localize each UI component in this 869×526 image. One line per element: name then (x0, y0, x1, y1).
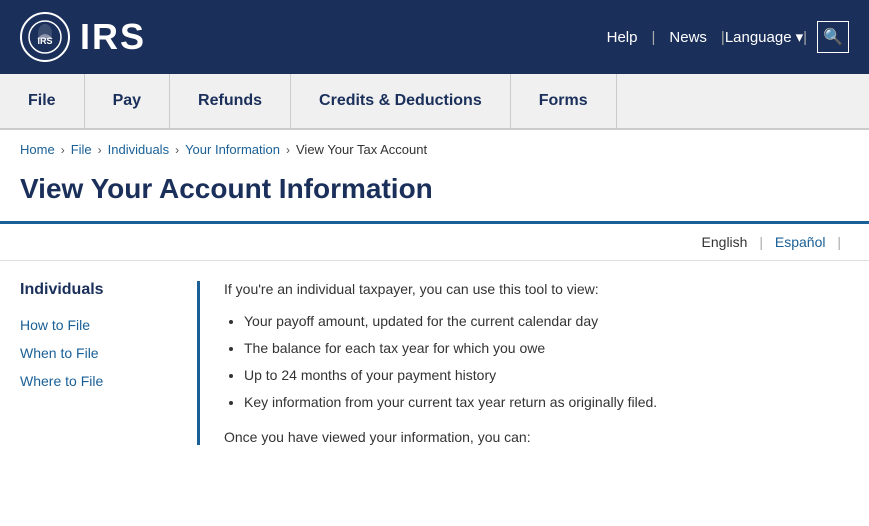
irs-logo-text: IRS (80, 16, 146, 58)
search-button[interactable]: 🔍 (817, 21, 849, 53)
espanol-link[interactable]: Español (775, 234, 826, 250)
sidebar-links: How to File When to File Where to File (20, 311, 197, 395)
list-item: Up to 24 months of your payment history (244, 365, 829, 386)
breadcrumb-sep-1: › (61, 143, 65, 157)
nav-file[interactable]: File (0, 74, 85, 128)
list-item: How to File (20, 311, 197, 339)
sidebar-when-to-file[interactable]: When to File (20, 345, 99, 361)
content-area: If you're an individual taxpayer, you ca… (200, 281, 849, 445)
irs-eagle-icon: IRS (20, 12, 70, 62)
list-item: Where to File (20, 367, 197, 395)
nav-credits-deductions[interactable]: Credits & Deductions (291, 74, 511, 128)
sidebar-where-to-file[interactable]: Where to File (20, 373, 103, 389)
nav-divider-3: | (803, 29, 807, 46)
breadcrumb: Home › File › Individuals › Your Informa… (0, 130, 869, 169)
nav-pay[interactable]: Pay (85, 74, 170, 128)
content-once-text: Once you have viewed your information, y… (224, 429, 829, 445)
breadcrumb-file[interactable]: File (71, 142, 92, 157)
nav-forms[interactable]: Forms (511, 74, 617, 128)
breadcrumb-home[interactable]: Home (20, 142, 55, 157)
lang-area-divider2: | (837, 234, 841, 250)
sidebar-how-to-file[interactable]: How to File (20, 317, 90, 333)
breadcrumb-your-information[interactable]: Your Information (185, 142, 280, 157)
sidebar: Individuals How to File When to File Whe… (0, 281, 200, 445)
sidebar-title: Individuals (20, 281, 197, 311)
active-language: English (702, 234, 748, 250)
main-content: Individuals How to File When to File Whe… (0, 261, 869, 465)
list-item: When to File (20, 339, 197, 367)
list-item: Your payoff amount, updated for the curr… (244, 311, 829, 332)
nav-refunds[interactable]: Refunds (170, 74, 291, 128)
breadcrumb-sep-3: › (175, 143, 179, 157)
breadcrumb-individuals[interactable]: Individuals (108, 142, 169, 157)
help-link[interactable]: Help (593, 29, 652, 46)
language-button[interactable]: Language ▾ (725, 28, 803, 46)
breadcrumb-current: View Your Tax Account (296, 142, 427, 157)
content-bullet-list: Your payoff amount, updated for the curr… (244, 311, 829, 413)
lang-area-divider: | (759, 234, 763, 250)
language-selector-area: English | Español | (0, 224, 869, 261)
site-header: IRS IRS Help | News | Language ▾ | 🔍 (0, 0, 869, 74)
list-item: The balance for each tax year for which … (244, 338, 829, 359)
list-item: Key information from your current tax ye… (244, 392, 829, 413)
logo-area: IRS IRS (20, 12, 146, 62)
breadcrumb-sep-2: › (98, 143, 102, 157)
breadcrumb-sep-4: › (286, 143, 290, 157)
news-link[interactable]: News (655, 29, 721, 46)
main-nav-bar: File Pay Refunds Credits & Deductions Fo… (0, 74, 869, 130)
page-title: View Your Account Information (20, 173, 849, 205)
header-nav: Help | News | Language ▾ | 🔍 (593, 21, 849, 53)
svg-text:IRS: IRS (37, 36, 52, 46)
content-intro: If you're an individual taxpayer, you ca… (224, 281, 829, 297)
page-title-area: View Your Account Information (0, 169, 869, 224)
